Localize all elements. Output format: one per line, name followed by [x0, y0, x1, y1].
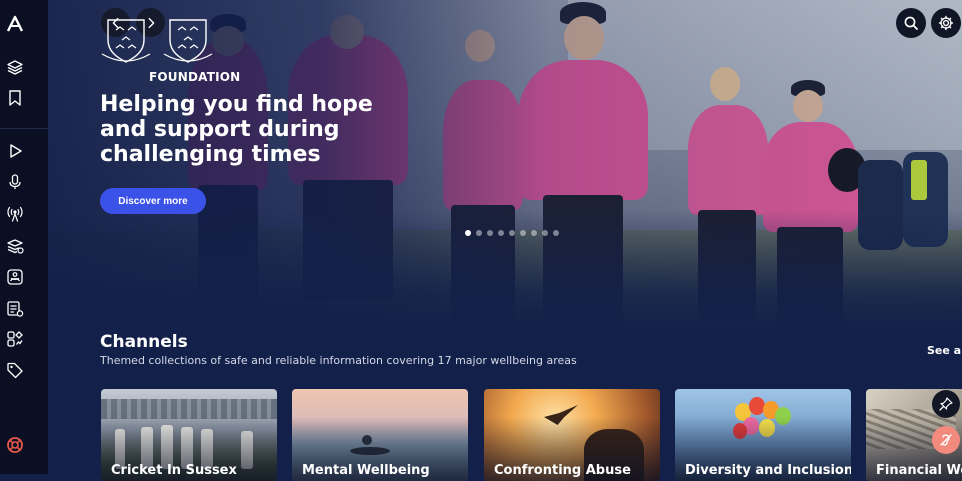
- carousel-dot[interactable]: [509, 230, 515, 236]
- carousel-dot[interactable]: [476, 230, 482, 236]
- courses-icon[interactable]: [6, 237, 24, 255]
- settings-button[interactable]: [931, 8, 961, 38]
- foundation-logo: FOUNDATION: [100, 18, 240, 84]
- carousel-dot[interactable]: [531, 230, 537, 236]
- bookmark-icon[interactable]: [6, 89, 24, 107]
- channel-card-diversity[interactable]: Diversity and Inclusion: [675, 389, 851, 481]
- carousel-dot[interactable]: [487, 230, 493, 236]
- card-label: Confronting Abuse: [494, 463, 631, 478]
- channel-card-cricket[interactable]: Cricket In Sussex: [101, 389, 277, 481]
- hearing-icon: [940, 434, 952, 446]
- search-icon: [904, 16, 918, 30]
- sussex-crest-right-icon: [163, 19, 213, 63]
- apps-icon[interactable]: [6, 330, 24, 348]
- carousel-dot[interactable]: [542, 230, 548, 236]
- card-label: Cricket In Sussex: [111, 463, 237, 478]
- sussex-crest-left-icon: [101, 19, 151, 63]
- card-label: Diversity and Inclusion: [685, 463, 851, 478]
- search-button[interactable]: [896, 8, 926, 38]
- app-root: FOUNDATION Helping you find hope and sup…: [0, 0, 962, 481]
- microphone-icon[interactable]: [6, 173, 24, 191]
- hero-title: Helping you find hope and support during…: [100, 92, 373, 167]
- tag-icon[interactable]: [6, 361, 24, 379]
- channel-card-mental-wellbeing[interactable]: Mental Wellbeing: [292, 389, 468, 481]
- meditation-icon[interactable]: [6, 268, 24, 286]
- carousel-dot[interactable]: [553, 230, 559, 236]
- discover-more-button[interactable]: Discover more: [100, 188, 206, 214]
- carousel-dot[interactable]: [465, 230, 471, 236]
- see-all-link[interactable]: See all: [927, 344, 962, 357]
- channel-card-confronting-abuse[interactable]: Confronting Abuse: [484, 389, 660, 481]
- logo-text: FOUNDATION: [149, 70, 241, 84]
- layers-icon[interactable]: [6, 58, 24, 76]
- articles-icon[interactable]: [6, 300, 24, 318]
- broadcast-icon[interactable]: [6, 205, 24, 223]
- accessibility-button[interactable]: [932, 426, 960, 454]
- carousel-dot[interactable]: [520, 230, 526, 236]
- sidebar: [0, 0, 48, 474]
- brand-logo-icon[interactable]: [6, 15, 24, 33]
- carousel-dot[interactable]: [498, 230, 504, 236]
- pin-button[interactable]: [932, 390, 960, 418]
- pin-icon: [939, 397, 953, 411]
- play-icon[interactable]: [6, 142, 24, 160]
- gear-icon: [938, 15, 954, 31]
- lifebuoy-icon[interactable]: [6, 436, 24, 454]
- channels-subtitle: Themed collections of safe and reliable …: [100, 354, 577, 367]
- card-label: Mental Wellbeing: [302, 463, 430, 478]
- carousel-pagination: [465, 230, 559, 236]
- channels-heading: Channels: [100, 332, 188, 352]
- card-label: Financial We: [876, 463, 962, 478]
